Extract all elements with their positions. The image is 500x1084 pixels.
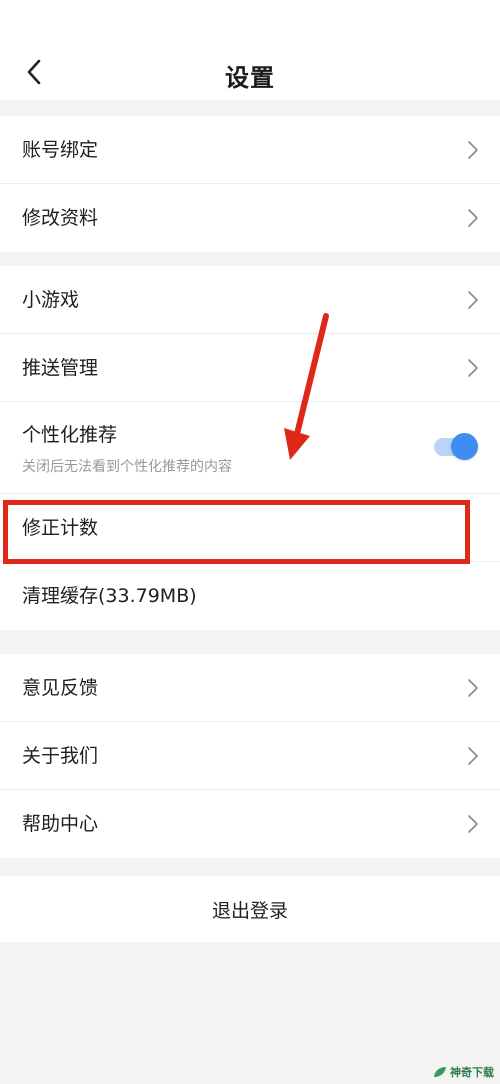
settings-item-label: 修改资料 xyxy=(22,207,99,229)
page-title: 设置 xyxy=(225,64,275,92)
settings-item-help-center[interactable]: 帮助中心 xyxy=(0,790,500,858)
chevron-right-icon xyxy=(468,291,478,309)
header-bar: 设置 xyxy=(0,0,500,100)
settings-item-label: 个性化推荐 xyxy=(22,424,118,446)
leaf-logo-icon xyxy=(434,1067,446,1077)
settings-item-sublabel: 关闭后无法看到个性化推荐的内容 xyxy=(22,459,232,475)
settings-item-label: 意见反馈 xyxy=(22,677,99,699)
settings-item-personalized-recommendation: 个性化推荐 关闭后无法看到个性化推荐的内容 xyxy=(0,402,500,494)
chevron-right-icon xyxy=(468,679,478,697)
settings-item-mini-games[interactable]: 小游戏 xyxy=(0,266,500,334)
settings-item-label: 清理缓存(33.79MB) xyxy=(22,585,197,607)
chevron-right-icon xyxy=(468,747,478,765)
chevron-right-icon xyxy=(468,815,478,833)
toggle-knob xyxy=(451,433,478,460)
chevron-right-icon xyxy=(468,141,478,159)
settings-item-fix-count[interactable]: 修正计数 xyxy=(0,494,500,562)
chevron-right-icon xyxy=(468,359,478,377)
settings-item-clear-cache[interactable]: 清理缓存(33.79MB) xyxy=(0,562,500,630)
settings-group-support: 意见反馈 关于我们 帮助中心 xyxy=(0,654,500,858)
settings-item-account-binding[interactable]: 账号绑定 xyxy=(0,116,500,184)
settings-item-label: 关于我们 xyxy=(22,745,99,767)
settings-item-label: 小游戏 xyxy=(22,289,80,311)
settings-item-edit-profile[interactable]: 修改资料 xyxy=(0,184,500,252)
settings-item-label: 帮助中心 xyxy=(22,813,99,835)
settings-item-about-us[interactable]: 关于我们 xyxy=(0,722,500,790)
settings-item-feedback[interactable]: 意见反馈 xyxy=(0,654,500,722)
watermark-text: 神奇下载 xyxy=(450,1066,494,1079)
logout-button[interactable]: 退出登录 xyxy=(0,876,500,942)
settings-item-label: 修正计数 xyxy=(22,517,99,539)
settings-item-label: 账号绑定 xyxy=(22,139,99,161)
settings-group-general: 小游戏 推送管理 个性化推荐 关闭后无法看到个性化推荐的内容 修正计数 清理缓存… xyxy=(0,266,500,630)
settings-item-label: 推送管理 xyxy=(22,357,99,379)
chevron-right-icon xyxy=(468,209,478,227)
personalized-recommendation-toggle[interactable] xyxy=(434,433,478,460)
logout-group: 退出登录 xyxy=(0,876,500,942)
watermark: 神奇下载 xyxy=(433,1064,494,1080)
settings-item-push-management[interactable]: 推送管理 xyxy=(0,334,500,402)
settings-group-account: 账号绑定 修改资料 xyxy=(0,116,500,252)
